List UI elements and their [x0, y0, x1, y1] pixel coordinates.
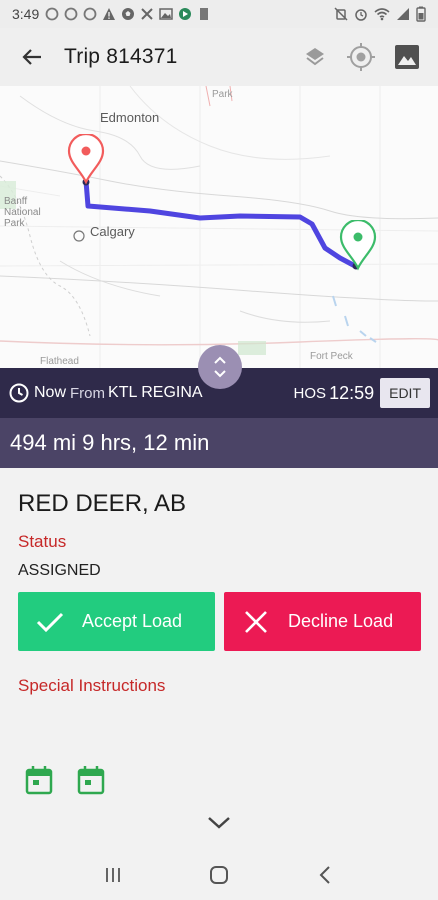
arrow-back-icon	[22, 49, 41, 65]
crosshair-icon	[347, 43, 375, 71]
map-label-banff: Banff	[4, 196, 28, 207]
gallery-button[interactable]	[384, 34, 430, 80]
warning-icon	[103, 8, 116, 20]
accept-load-button[interactable]: Accept Load	[18, 592, 215, 651]
tools-icon	[141, 8, 153, 20]
unfold-icon	[214, 356, 226, 378]
clock-icon	[9, 383, 29, 403]
decline-load-label: Decline Load	[288, 611, 394, 631]
soccer-ball-icon	[122, 8, 135, 20]
hos-label: HOS	[293, 384, 327, 402]
close-icon-wrap	[224, 609, 288, 635]
signal-icon	[397, 8, 409, 20]
chevron-down-icon[interactable]	[204, 812, 234, 834]
system-icons	[334, 6, 426, 22]
special-instructions-label: Special Instructions	[18, 676, 166, 695]
image-icon	[395, 45, 419, 69]
map-label-calgary: Calgary	[90, 224, 135, 239]
app-screen: 3:49 Trip 814371 Edmonton Calgary Banff …	[0, 0, 438, 900]
calendar-icon[interactable]	[25, 765, 53, 795]
check-icon-wrap	[18, 610, 82, 634]
app-bar-actions	[292, 34, 430, 80]
destination-title: RED DEER, AB	[18, 490, 187, 517]
route-map[interactable]: Edmonton Calgary Banff National Park Par…	[0, 86, 438, 368]
destination-pin-icon	[339, 220, 377, 271]
circle-notification-icon	[83, 7, 97, 21]
decline-load-button[interactable]: Decline Load	[224, 592, 421, 651]
page-title: Trip 814371	[64, 45, 178, 68]
app-dot-icon	[179, 8, 192, 20]
app-bar: Trip 814371	[0, 28, 438, 86]
circle-notification-icon	[64, 7, 78, 21]
map-label-edmonton: Edmonton	[100, 110, 160, 125]
map-label-park-top: Park	[212, 89, 233, 100]
status-value: ASSIGNED	[18, 562, 101, 579]
notification-icons	[45, 7, 211, 21]
origin-pin-icon	[67, 134, 105, 185]
back-button[interactable]	[0, 28, 64, 86]
map-label-flathead: Flathead	[40, 356, 79, 367]
mute-icon	[334, 7, 348, 21]
status-label: Status	[18, 532, 67, 551]
distance-bar: 494 mi 9 hrs, 12 min	[0, 418, 438, 468]
alarm-icon	[355, 9, 367, 21]
check-icon	[36, 612, 64, 632]
layers-button[interactable]	[292, 34, 338, 80]
map-label-national: National	[4, 207, 41, 218]
close-icon	[245, 610, 267, 633]
circle-notification-icon	[45, 7, 59, 21]
map-label-fort-peck: Fort Peck	[310, 351, 353, 362]
battery-icon	[416, 6, 426, 22]
distance-duration: 494 mi 9 hrs, 12 min	[10, 430, 210, 455]
edit-button[interactable]: EDIT	[380, 378, 430, 408]
recents-button[interactable]	[93, 855, 133, 895]
map-label-park: Park	[4, 218, 25, 229]
home-icon	[210, 866, 228, 884]
home-button[interactable]	[199, 855, 239, 895]
back-chevron-icon	[319, 866, 330, 884]
wifi-icon	[374, 8, 390, 21]
system-nav-bar	[0, 850, 438, 900]
status-time: 3:49	[12, 6, 40, 22]
calendar-icon[interactable]	[77, 765, 105, 795]
origin-name: KTL REGINA	[108, 384, 203, 401]
from-label: From	[70, 384, 106, 402]
expand-collapse-button[interactable]	[198, 345, 242, 389]
system-back-button[interactable]	[305, 855, 345, 895]
accept-load-label: Accept Load	[82, 611, 183, 631]
image-icon	[159, 8, 173, 20]
hos-value: 12:59	[329, 382, 375, 403]
my-location-button[interactable]	[338, 34, 384, 80]
status-bar: 3:49	[0, 0, 438, 28]
now-label: Now	[34, 384, 67, 401]
layers-icon	[306, 48, 324, 66]
document-icon	[200, 8, 209, 20]
recents-icon	[106, 868, 120, 882]
